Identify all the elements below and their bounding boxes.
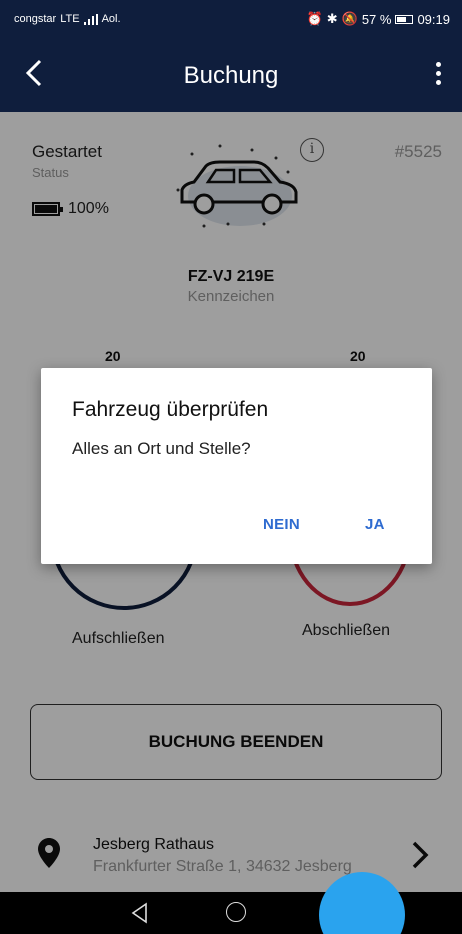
alarm-icon: ⏰ xyxy=(306,11,323,26)
confirm-dialog: Fahrzeug überprüfen Alles an Ort und Ste… xyxy=(41,368,432,564)
carrier-name: congstar xyxy=(14,13,57,25)
more-vert-icon[interactable] xyxy=(436,62,442,85)
page-title: Buchung xyxy=(183,62,279,89)
clock: 09:19 xyxy=(417,11,450,27)
bluetooth-icon: ✱ xyxy=(326,11,338,26)
battery-percent: 57 % xyxy=(361,11,392,27)
app-bar: Buchung xyxy=(0,38,462,112)
dialog-title: Fahrzeug überprüfen xyxy=(72,398,269,421)
signal-icon xyxy=(83,13,98,25)
dialog-message: Alles an Ort und Stelle? xyxy=(72,439,251,458)
no-button[interactable]: NEIN xyxy=(263,516,300,533)
network-type: LTE xyxy=(60,13,80,25)
status-bar: congstar LTE Aol. ⏰ ✱ 🔕 57 % 09:19 xyxy=(0,0,462,38)
nav-home-icon[interactable] xyxy=(226,902,246,922)
mute-icon: 🔕 xyxy=(341,11,358,26)
yes-button[interactable]: JA xyxy=(365,516,385,533)
status-extra: Aol. xyxy=(101,13,121,25)
battery-icon xyxy=(395,14,414,24)
nav-back-icon[interactable] xyxy=(130,902,150,924)
